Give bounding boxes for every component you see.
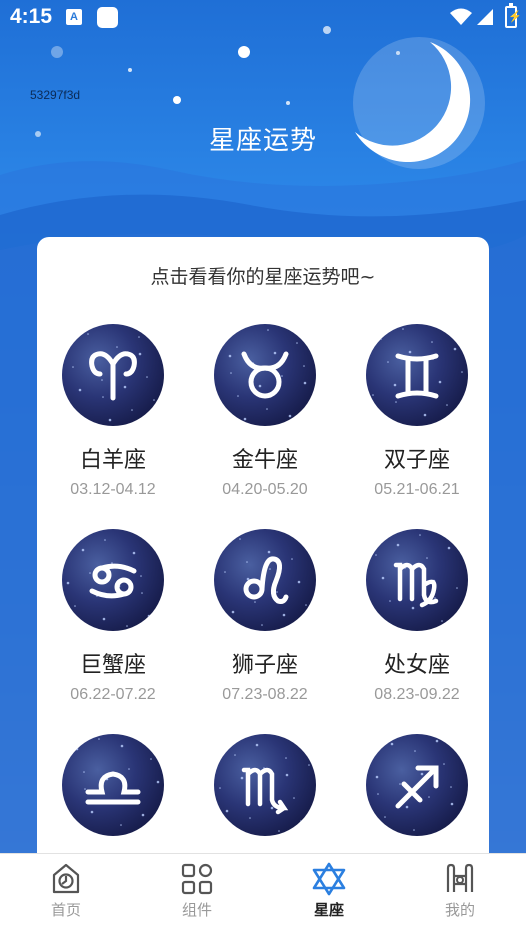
- sign-dates: 06.22-07.22: [70, 686, 156, 703]
- tab-label-home: 首页: [50, 901, 81, 919]
- zodiac-sign-cancer[interactable]: 巨蟹座 06.22-07.22: [48, 529, 178, 704]
- zodiac-libra-icon: [62, 734, 164, 836]
- page-title: 星座运势: [208, 126, 317, 156]
- cancer-glyph: [89, 563, 137, 599]
- leo-glyph: [243, 556, 289, 604]
- tab-label-components: 组件: [181, 901, 212, 919]
- debug-id-label: 53297f3d: [30, 88, 81, 102]
- tab-label-horoscope: 星座: [313, 901, 344, 919]
- zodiac-sign-gemini[interactable]: 双子座 05.21-06.21: [352, 324, 482, 499]
- wifi-icon: [450, 8, 472, 25]
- grid-icon: [181, 863, 213, 895]
- gemini-glyph: [395, 353, 439, 399]
- zodiac-sign-scorpio[interactable]: [200, 734, 330, 836]
- sign-dates: 03.12-04.12: [70, 481, 156, 498]
- zodiac-scorpio-icon: [214, 734, 316, 836]
- aries-glyph: [89, 351, 137, 401]
- sign-name: 处女座: [383, 653, 450, 678]
- zodiac-sign-taurus[interactable]: 金牛座 04.20-05.20: [200, 324, 330, 499]
- tab-components[interactable]: 组件: [157, 862, 237, 920]
- zodiac-aries-icon: [62, 324, 164, 426]
- tab-horoscope[interactable]: 星座: [289, 862, 369, 920]
- tab-mine[interactable]: 我的: [420, 862, 500, 920]
- card-subtitle: 点击看看你的星座运势吧~: [150, 266, 376, 288]
- bottom-tab-bar: 首页 组件 星座 我的: [0, 853, 526, 937]
- tab-home[interactable]: 首页: [26, 862, 106, 920]
- zodiac-sign-leo[interactable]: 狮子座 07.23-08.22: [200, 529, 330, 704]
- horoscope-card: 点击看看你的星座运势吧~ 白羊座 03.12-04.12 金牛座 04.20-05.2…: [37, 237, 489, 897]
- status-bar: 4:15 A ⚡: [0, 0, 526, 36]
- taurus-glyph: [241, 351, 289, 399]
- zodiac-sign-sagittarius[interactable]: [352, 734, 482, 836]
- profile-icon: [446, 863, 474, 892]
- star-of-david-icon: [312, 862, 346, 896]
- virgo-glyph: [393, 562, 439, 608]
- zodiac-leo-icon: [214, 529, 316, 631]
- battery-charging-icon: ⚡: [505, 3, 522, 28]
- sagittarius-glyph: [395, 765, 439, 809]
- status-time: 4:15: [10, 5, 53, 28]
- zodiac-sign-virgo[interactable]: 处女座 08.23-09.22: [352, 529, 482, 704]
- sign-name: 双子座: [383, 448, 450, 473]
- home-icon: [52, 863, 80, 894]
- sign-dates: 08.23-09.22: [374, 686, 460, 703]
- sign-dates: 04.20-05.20: [222, 481, 308, 498]
- scorpio-glyph: [241, 767, 289, 815]
- sign-name: 白羊座: [79, 448, 146, 473]
- notification-a-icon: A: [66, 9, 82, 25]
- zodiac-sign-libra[interactable]: [48, 734, 178, 836]
- tab-label-mine: 我的: [444, 901, 475, 919]
- zodiac-sagittarius-icon: [366, 734, 468, 836]
- cell-signal-icon: [477, 9, 493, 25]
- zodiac-sign-aries[interactable]: 白羊座 03.12-04.12: [48, 324, 178, 499]
- sign-name: 狮子座: [231, 653, 298, 678]
- sign-name: 金牛座: [231, 448, 298, 473]
- zodiac-taurus-icon: [214, 324, 316, 426]
- sign-dates: 05.21-06.21: [374, 481, 460, 498]
- zodiac-virgo-icon: [366, 529, 468, 631]
- zodiac-cancer-icon: [62, 529, 164, 631]
- sign-dates: 07.23-08.22: [222, 686, 308, 703]
- zodiac-gemini-icon: [366, 324, 468, 426]
- sign-name: 巨蟹座: [79, 653, 146, 678]
- notification-square-icon: [97, 7, 118, 28]
- libra-glyph: [85, 771, 141, 805]
